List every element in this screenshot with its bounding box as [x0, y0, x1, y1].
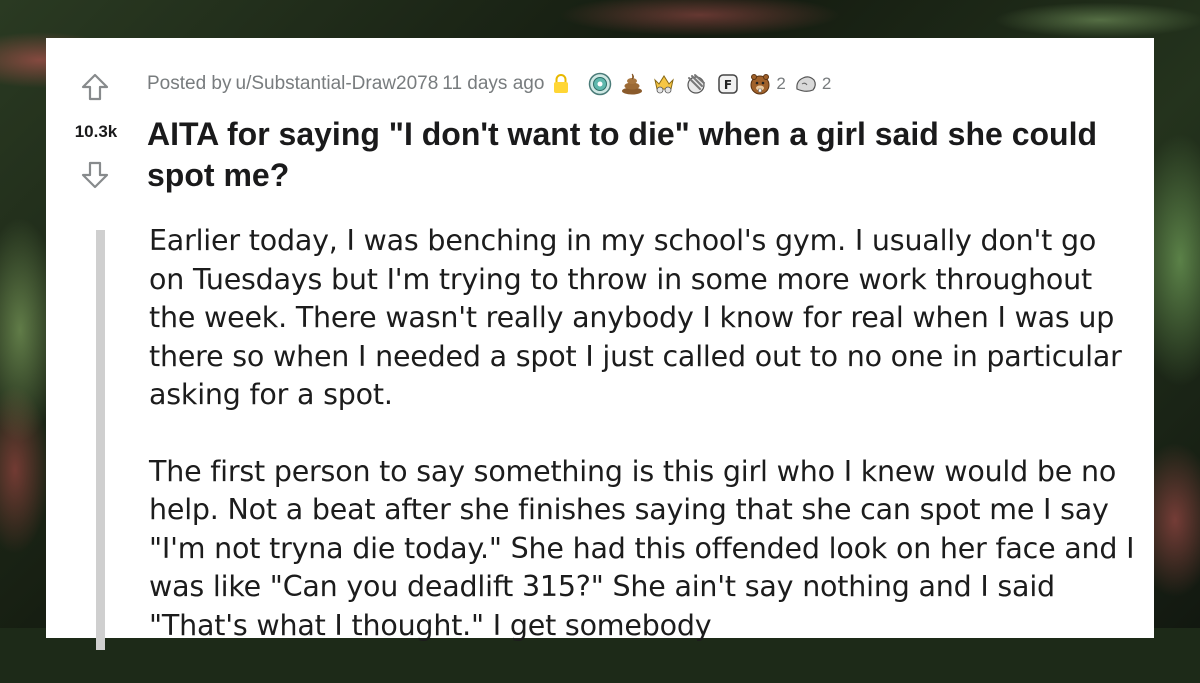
lock-icon	[554, 74, 569, 93]
downvote-arrow-icon[interactable]	[80, 160, 110, 190]
facepalm-award-icon[interactable]	[684, 72, 708, 96]
rock-award-icon[interactable]	[794, 72, 818, 96]
body-paragraph-2: The first person to say something is thi…	[149, 454, 1135, 642]
post-title[interactable]: AITA for saying "I don't want to die" wh…	[147, 114, 1147, 196]
crown-award-icon[interactable]	[652, 72, 676, 96]
post-card: 10.3k Posted by u/Substantial-Draw2078 1…	[46, 38, 1154, 650]
author-link[interactable]: u/Substantial-Draw2078	[236, 73, 439, 95]
rock-award-count: 2	[821, 74, 832, 93]
wholesome-award-icon[interactable]	[588, 72, 612, 96]
vote-count: 10.3k	[74, 122, 118, 141]
poop-award-icon[interactable]	[620, 72, 644, 96]
upvote-arrow-icon[interactable]	[80, 72, 110, 102]
quote-bar	[96, 230, 105, 650]
posted-by-label: Posted by	[147, 73, 232, 94]
beaver-award-icon[interactable]	[748, 72, 772, 96]
post-body: Earlier today, I was benching in my scho…	[149, 222, 1139, 683]
awards-row[interactable]: F 2 2	[588, 72, 831, 96]
svg-text:F: F	[724, 78, 732, 92]
press-f-award-icon[interactable]: F	[716, 72, 740, 96]
body-paragraph-1: Earlier today, I was benching in my scho…	[149, 224, 1122, 411]
beaver-award-count: 2	[776, 74, 786, 93]
post-meta: Posted by u/Substantial-Draw2078 11 days…	[147, 71, 831, 97]
post-time[interactable]: 11 days ago	[442, 73, 544, 95]
